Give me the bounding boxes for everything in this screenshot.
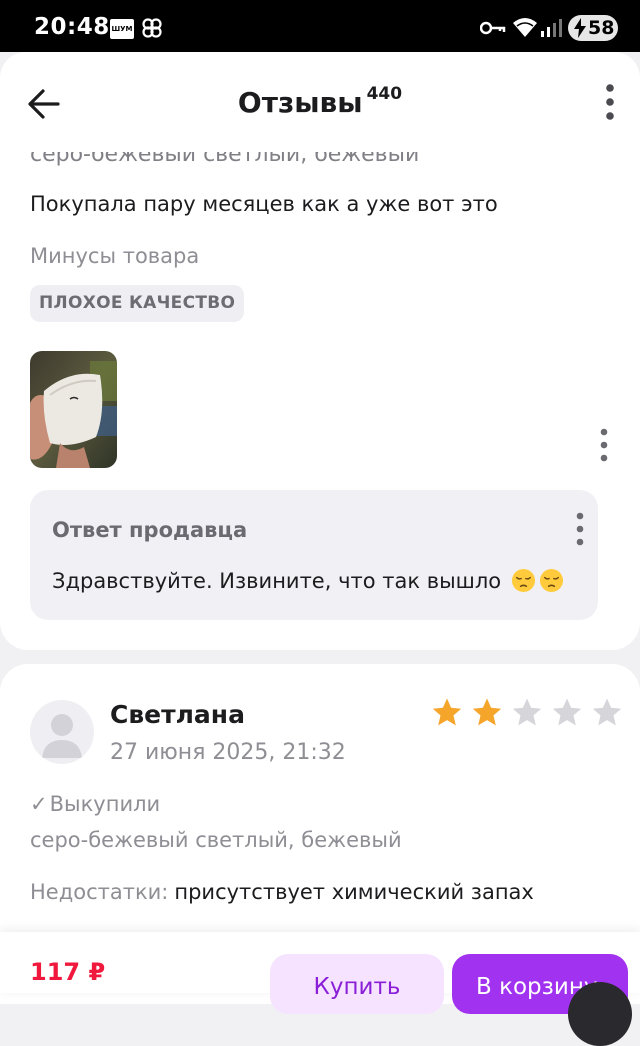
star-filled-icon (432, 698, 462, 726)
seller-reply-text: Здравствуйте. Извините, что так вышло (52, 568, 564, 593)
wifi-icon (513, 18, 537, 37)
page-header: Отзывы 440 (0, 52, 640, 152)
cons-text: присутствует химический запах (174, 880, 534, 904)
battery-indicator: 58 (568, 15, 618, 41)
review-photo-image (30, 351, 117, 468)
star-empty-icon (592, 698, 622, 726)
status-bar: 20:48 ШУМ 58 (0, 0, 640, 52)
review-variant: серо-бежевый светлый, бежевый (30, 828, 402, 852)
review-cons: Недостатки: присутствует химический запах (30, 880, 534, 904)
bottom-purchase-bar: 117 ₽ Купить В корзину (0, 932, 640, 1046)
more-vertical-icon[interactable] (600, 80, 620, 124)
review-count: 440 (366, 83, 403, 104)
page-title-text: Отзывы (237, 86, 363, 119)
signal-icon (541, 19, 562, 37)
review-card: серо-бежевый светлый, бежевый Покупала п… (0, 130, 640, 650)
app-notification-icon: ШУМ (110, 19, 134, 39)
review-photo[interactable] (30, 351, 117, 468)
review-date: 27 июня 2025, 21:32 (110, 740, 346, 765)
key-icon (480, 21, 506, 35)
avatar (30, 700, 94, 764)
pinwheel-icon (142, 18, 162, 38)
seller-reply-message: Здравствуйте. Извините, что так вышло (52, 569, 502, 593)
star-filled-icon (472, 698, 502, 726)
seller-reply-more-icon[interactable] (570, 510, 590, 548)
seller-reply-label: Ответ продавца (52, 518, 248, 542)
purchase-status: ✓Выкупили (30, 792, 160, 816)
buy-button[interactable]: Купить (270, 954, 444, 1014)
purchase-status-text: Выкупили (49, 792, 161, 816)
page-title: Отзывы 440 (0, 83, 640, 119)
chat-bubble-icon[interactable] (568, 982, 632, 1046)
star-empty-icon (552, 698, 582, 726)
seller-reply: Ответ продавца Здравствуйте. Извините, ч… (30, 490, 598, 620)
product-price: 117 ₽ (30, 958, 106, 986)
star-empty-icon (512, 698, 542, 726)
review-author: Светлана (110, 700, 245, 729)
user-avatar-icon (42, 714, 82, 758)
cons-label: Недостатки: (30, 880, 169, 904)
photo-more-icon[interactable] (594, 426, 614, 464)
battery-level: 58 (588, 17, 615, 39)
cons-tag: ПЛОХОЕ КАЧЕСТВО (30, 285, 245, 322)
pensive-face-emoji-icon (511, 568, 535, 593)
checkmark-icon: ✓ (30, 792, 48, 816)
cons-label: Минусы товара (30, 244, 200, 268)
pensive-face-emoji-icon (539, 568, 563, 593)
charging-icon (574, 18, 586, 38)
review-text: Покупала пару месяцев как а уже вот это (30, 192, 498, 216)
status-time: 20:48 (34, 14, 110, 40)
